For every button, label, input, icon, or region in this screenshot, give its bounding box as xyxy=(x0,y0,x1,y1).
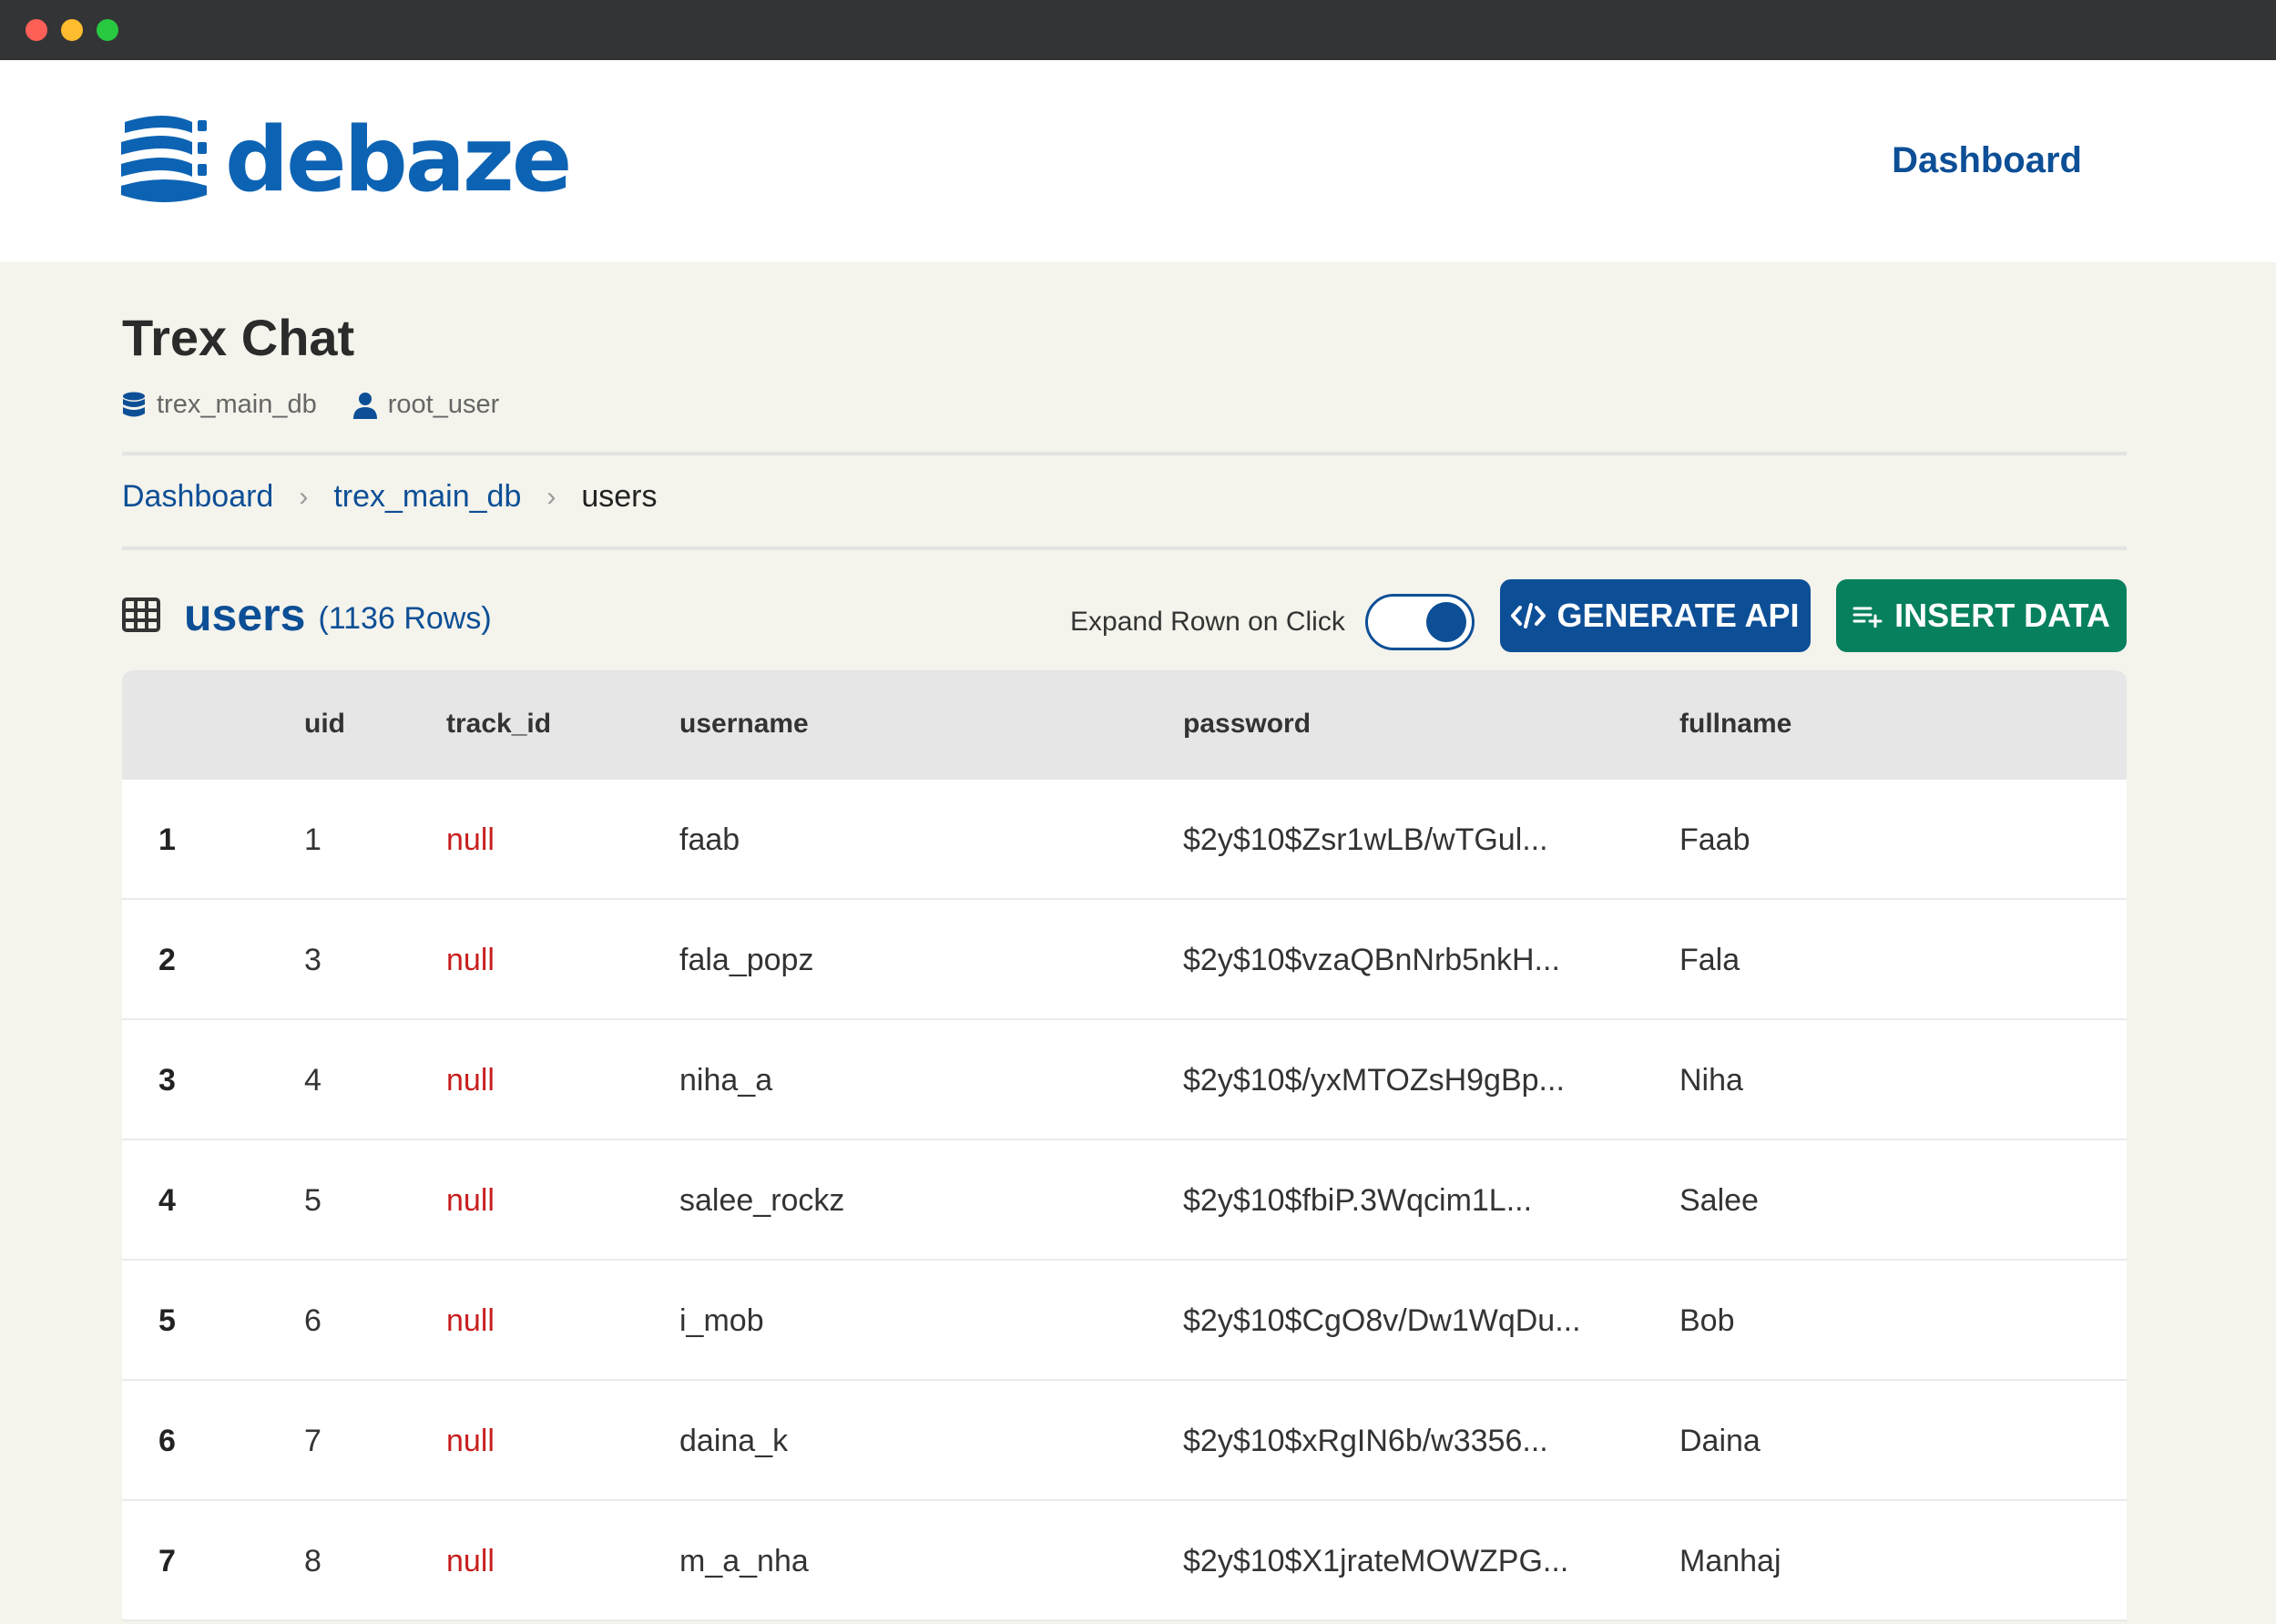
table-row[interactable]: 2 3 null fala_popz $2y$10$vzaQBnNrb5nkH... Fa… xyxy=(122,900,2127,1020)
top-navbar: debaze Dashboard xyxy=(0,60,2276,262)
breadcrumb-database[interactable]: trex_main_db xyxy=(333,479,521,515)
database-meta: trex_main_db xyxy=(122,390,317,420)
password-cell: $2y$10$CgO8v/Dw1WqDu... xyxy=(1183,1303,1581,1338)
fullname-cell: Faab xyxy=(1679,822,1750,857)
row-count: (1136 Rows) xyxy=(318,600,492,636)
row-index-cell: 5 xyxy=(158,1303,176,1338)
expand-row-toggle-group: Expand Rown on Click xyxy=(1070,594,1475,650)
fullname-cell: Manhaj xyxy=(1679,1544,1781,1578)
minimize-window-button[interactable] xyxy=(61,19,83,41)
table-name: users xyxy=(184,589,306,640)
username-cell: salee_rockz xyxy=(679,1183,845,1218)
password-cell: $2y$10$/yxMTOZsH9gBp... xyxy=(1183,1063,1565,1098)
table-body: 1 1 null faab $2y$10$Zsr1wLB/wTGul... Faab 2 3 n… xyxy=(122,780,2127,1621)
playlist-add-icon xyxy=(1852,607,1883,628)
window-titlebar xyxy=(0,0,2276,60)
expand-row-label: Expand Rown on Click xyxy=(1070,607,1345,637)
table-row[interactable]: 3 4 null niha_a $2y$10$/yxMTOZsH9gBp... Niha xyxy=(122,1020,2127,1140)
uid-cell: 4 xyxy=(304,1063,321,1098)
username-cell: daina_k xyxy=(679,1424,789,1458)
brand-logo[interactable]: debaze xyxy=(121,108,572,212)
breadcrumb-dashboard[interactable]: Dashboard xyxy=(122,479,273,515)
database-name: trex_main_db xyxy=(157,390,317,419)
nav-dashboard-link[interactable]: Dashboard xyxy=(1892,140,2082,181)
insert-data-label: INSERT DATA xyxy=(1894,597,2110,634)
breadcrumb-current: users xyxy=(581,479,658,514)
track-id-cell: null xyxy=(446,1183,495,1218)
uid-cell: 8 xyxy=(304,1544,321,1578)
generate-api-button[interactable]: GENERATE API xyxy=(1500,579,1811,652)
username-cell: i_mob xyxy=(679,1303,764,1338)
user-icon xyxy=(352,392,377,419)
row-index-cell: 2 xyxy=(158,943,176,977)
column-header-track-id[interactable]: track_id xyxy=(446,709,551,740)
expand-row-toggle[interactable] xyxy=(1364,594,1475,650)
table-row[interactable]: 4 5 null salee_rockz $2y$10$fbiP.3Wqcim1L...… xyxy=(122,1140,2127,1261)
username-cell: niha_a xyxy=(679,1063,773,1098)
toggle-knob xyxy=(1425,602,1466,642)
fullname-cell: Niha xyxy=(1679,1063,1743,1098)
password-cell: $2y$10$vzaQBnNrb5nkH... xyxy=(1183,943,1560,977)
column-header-username[interactable]: username xyxy=(679,709,809,740)
breadcrumb: Dashboard › trex_main_db › users xyxy=(122,479,658,515)
divider-bottom xyxy=(122,546,2127,550)
generate-api-label: GENERATE API xyxy=(1556,597,1800,634)
table-row[interactable]: 5 6 null i_mob $2y$10$CgO8v/Dw1WqDu... Bob xyxy=(122,1261,2127,1381)
uid-cell: 3 xyxy=(304,943,321,977)
row-index-cell: 3 xyxy=(158,1063,176,1098)
uid-cell: 6 xyxy=(304,1303,321,1338)
track-id-cell: null xyxy=(446,1063,495,1098)
username-cell: fala_popz xyxy=(679,943,814,977)
table-toolbar: users (1136 Rows) Expand Rown on Click G… xyxy=(122,579,2127,652)
table-row[interactable]: 1 1 null faab $2y$10$Zsr1wLB/wTGul... Faab xyxy=(122,780,2127,900)
column-header-uid[interactable]: uid xyxy=(304,709,345,740)
track-id-cell: null xyxy=(446,822,495,857)
chevron-right-icon: › xyxy=(299,481,309,512)
insert-data-button[interactable]: INSERT DATA xyxy=(1836,579,2127,652)
row-index-cell: 1 xyxy=(158,822,176,857)
track-id-cell: null xyxy=(446,1424,495,1458)
user-name: root_user xyxy=(387,390,500,419)
track-id-cell: null xyxy=(446,1544,495,1578)
fullname-cell: Daina xyxy=(1679,1424,1761,1458)
username-cell: m_a_nha xyxy=(679,1544,809,1578)
uid-cell: 5 xyxy=(304,1183,321,1218)
database-stack-icon xyxy=(121,115,209,206)
user-meta: root_user xyxy=(352,390,500,420)
project-meta: trex_main_db root_user xyxy=(122,390,536,420)
brand-name: debaze xyxy=(225,108,572,212)
data-table: uid track_id username password fullname … xyxy=(122,670,2127,1621)
close-window-button[interactable] xyxy=(26,19,47,41)
chevron-right-icon: › xyxy=(546,481,556,512)
password-cell: $2y$10$xRgIN6b/w3356... xyxy=(1183,1424,1548,1458)
track-id-cell: null xyxy=(446,1303,495,1338)
code-icon xyxy=(1511,603,1546,628)
divider-top xyxy=(122,452,2127,455)
username-cell: faab xyxy=(679,822,740,857)
row-index-cell: 4 xyxy=(158,1183,176,1218)
table-title: users (1136 Rows) xyxy=(122,588,492,641)
column-header-fullname[interactable]: fullname xyxy=(1679,709,1791,740)
table-grid-icon xyxy=(122,598,160,632)
table-row[interactable]: 6 7 null daina_k $2y$10$xRgIN6b/w3356... Dain… xyxy=(122,1381,2127,1501)
password-cell: $2y$10$Zsr1wLB/wTGul... xyxy=(1183,822,1548,857)
password-cell: $2y$10$fbiP.3Wqcim1L... xyxy=(1183,1183,1533,1218)
uid-cell: 1 xyxy=(304,822,321,857)
row-index-cell: 7 xyxy=(158,1544,176,1578)
row-index-cell: 6 xyxy=(158,1424,176,1458)
table-header-row: uid track_id username password fullname xyxy=(122,670,2127,780)
column-header-password[interactable]: password xyxy=(1183,709,1311,740)
fullname-cell: Fala xyxy=(1679,943,1740,977)
maximize-window-button[interactable] xyxy=(97,19,118,41)
database-icon xyxy=(123,392,145,416)
fullname-cell: Salee xyxy=(1679,1183,1759,1218)
table-row[interactable]: 7 8 null m_a_nha $2y$10$X1jrateMOWZPG... Manh… xyxy=(122,1501,2127,1621)
page-title: Trex Chat xyxy=(122,309,355,366)
fullname-cell: Bob xyxy=(1679,1303,1735,1338)
track-id-cell: null xyxy=(446,943,495,977)
uid-cell: 7 xyxy=(304,1424,321,1458)
password-cell: $2y$10$X1jrateMOWZPG... xyxy=(1183,1544,1569,1578)
